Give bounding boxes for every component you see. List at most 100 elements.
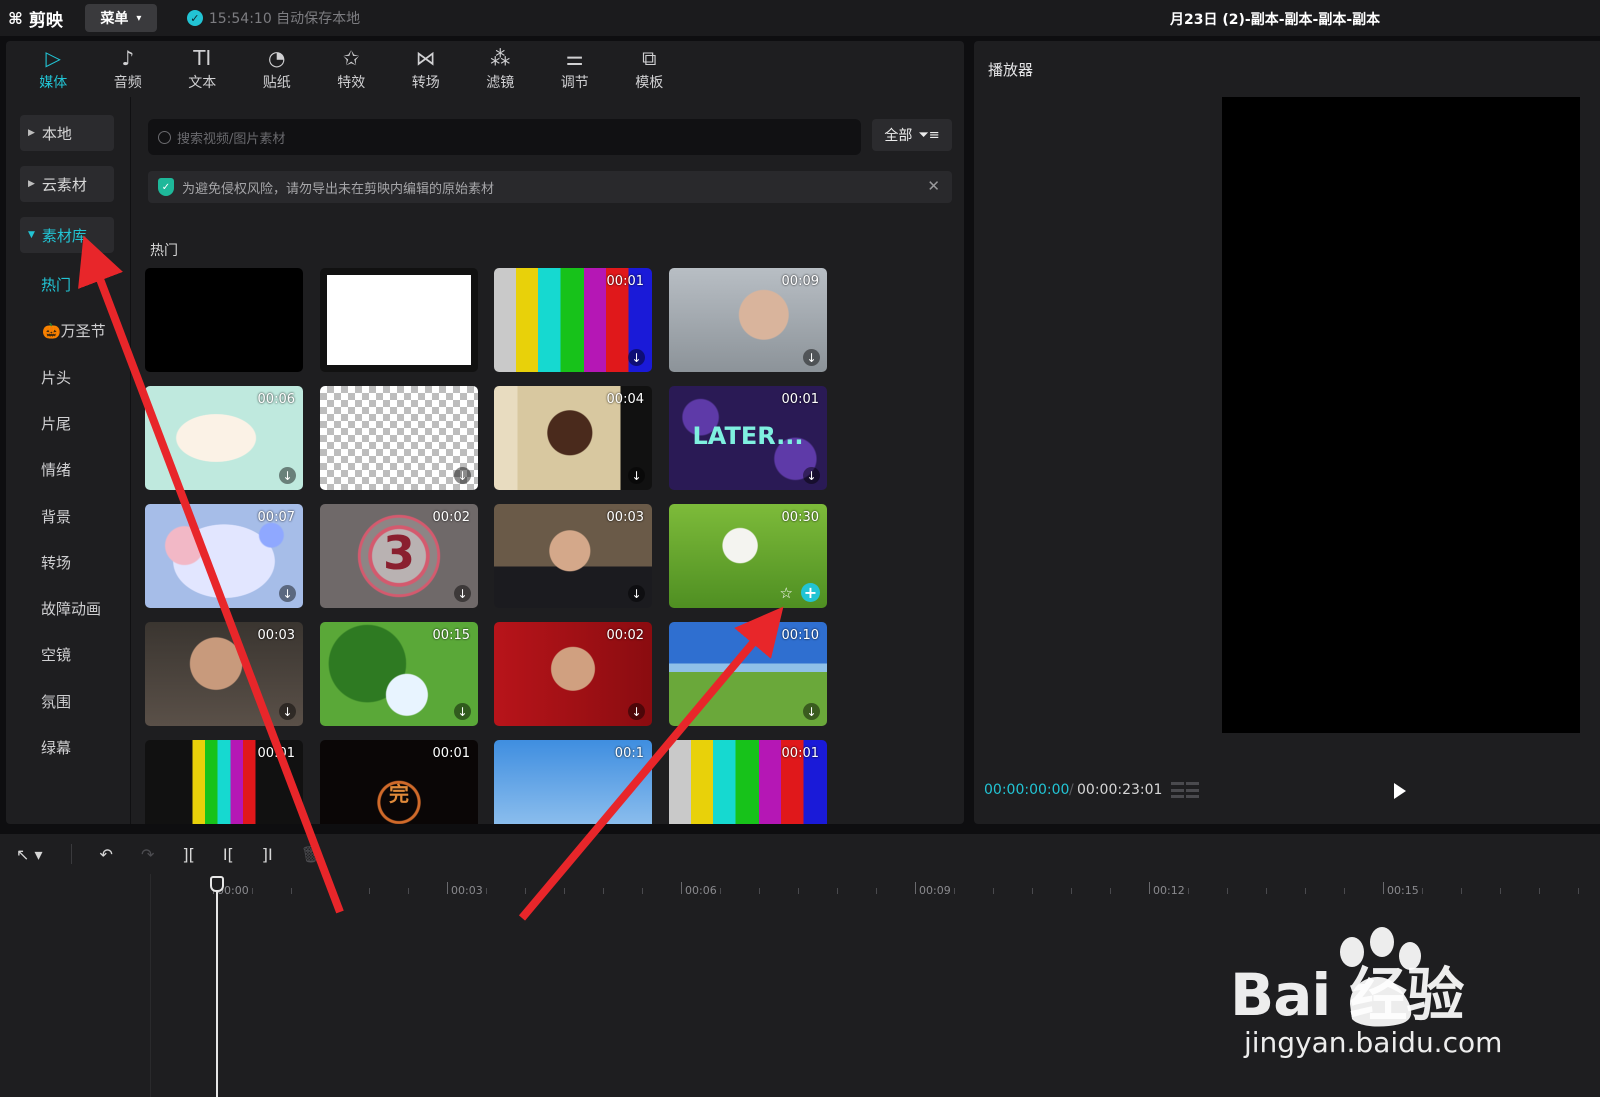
duration-badge: 00:06: [257, 392, 295, 407]
download-icon[interactable]: ↓: [279, 467, 296, 484]
sidebar-category[interactable]: 空镜: [41, 644, 71, 665]
media-thumbnail[interactable]: 00:03 ↓: [145, 622, 303, 726]
ruler-minor-tick: [954, 888, 955, 894]
watermark-brand: Bai 经验: [1230, 961, 1464, 1029]
sidebar-category[interactable]: 片尾: [41, 413, 71, 434]
check-icon: ✓: [186, 10, 203, 26]
filter-button[interactable]: 全部 ⏷≡: [872, 119, 952, 151]
ruler-minor-tick: [1227, 888, 1228, 894]
sidebar-category[interactable]: 片头: [41, 367, 71, 388]
sidebar-category[interactable]: 绿幕: [41, 737, 71, 758]
split-icon[interactable]: ][: [182, 845, 194, 864]
sidebar-category[interactable]: 🎃万圣节: [42, 320, 106, 341]
sidebar-item-1[interactable]: ▶ 云素材: [20, 166, 114, 202]
tab-effects[interactable]: ✩ 特效: [314, 41, 389, 97]
sidebar-category[interactable]: 故障动画: [41, 598, 101, 619]
notice-text: 为避免侵权风险，请勿导出未在剪映内编辑的原始素材: [182, 181, 495, 197]
tab-media[interactable]: ▷ 媒体: [16, 41, 91, 97]
download-icon[interactable]: ↓: [279, 585, 296, 602]
media-thumbnail[interactable]: 00:01: [145, 740, 303, 824]
download-icon[interactable]: ↓: [803, 349, 820, 366]
duration-badge: 00:03: [606, 510, 644, 525]
media-thumbnail[interactable]: 00:30 ☆ +: [669, 504, 827, 608]
download-icon[interactable]: ↓: [628, 467, 645, 484]
media-thumbnail[interactable]: 00:01: [669, 740, 827, 824]
sidebar-category[interactable]: 热门: [41, 274, 71, 295]
play-icon[interactable]: [1394, 783, 1406, 799]
duration-badge: 00:04: [606, 392, 644, 407]
media-thumbnail[interactable]: 00:09 ↓: [669, 268, 827, 372]
sidebar-item-2[interactable]: ▼ 素材库: [20, 217, 114, 253]
menu-button[interactable]: 菜单 ▾: [84, 4, 157, 32]
tab-transition[interactable]: ⋈ 转场: [389, 41, 464, 97]
media-thumbnail[interactable]: 00:10 ↓: [669, 622, 827, 726]
download-icon[interactable]: ↓: [803, 703, 820, 720]
search-input[interactable]: 搜索视频/图片素材: [148, 119, 861, 155]
download-icon[interactable]: ↓: [454, 585, 471, 602]
media-thumbnail[interactable]: 00:03 ↓: [494, 504, 652, 608]
player-title: 播放器: [988, 61, 1034, 79]
sidebar-item-0[interactable]: ▶ 本地: [20, 115, 114, 151]
filter-label: 全部: [884, 128, 913, 144]
ruler-label: 00:03: [451, 884, 483, 897]
select-tool-icon[interactable]: ↖ ▾: [16, 845, 43, 864]
media-thumbnail[interactable]: [320, 268, 478, 372]
redo-icon[interactable]: ↷: [141, 845, 154, 864]
duration-badge: 00:09: [781, 274, 819, 289]
media-thumbnail[interactable]: 00:07 ↓: [145, 504, 303, 608]
media-thumbnail[interactable]: 00:02 ↓: [494, 622, 652, 726]
download-icon[interactable]: ↓: [628, 703, 645, 720]
ruler-label: 00:15: [1387, 884, 1419, 897]
media-thumbnail[interactable]: 00:04 ↓: [494, 386, 652, 490]
media-thumbnail[interactable]: LATER... 00:01 ↓: [669, 386, 827, 490]
download-icon[interactable]: ↓: [279, 703, 296, 720]
media-thumbnail[interactable]: 00:01 ↓: [494, 268, 652, 372]
download-icon[interactable]: ↓: [628, 585, 645, 602]
media-thumbnail[interactable]: 00:1: [494, 740, 652, 824]
trim-left-icon[interactable]: I[: [223, 845, 234, 864]
tab-text[interactable]: TI 文本: [165, 41, 240, 97]
sidebar-category[interactable]: 转场: [41, 552, 71, 573]
download-icon[interactable]: ↓: [803, 467, 820, 484]
media-thumbnail[interactable]: 00:06 ↓: [145, 386, 303, 490]
playhead-handle[interactable]: [210, 876, 224, 892]
copyright-notice: ✓ 为避免侵权风险，请勿导出未在剪映内编辑的原始素材 ✕: [148, 171, 952, 203]
ruler-minor-tick: [252, 888, 253, 894]
media-panel: ▷ 媒体 ♪ 音频 TI 文本 ◔ 贴纸 ✩ 特效 ⋈ 转场 ⁂ 滤镜 ⚌ 调节 ⧉ 模板 ▶ 本地 ▶ 云素材 ▼ 素材库…: [6, 41, 964, 824]
tab-sticker[interactable]: ◔ 贴纸: [240, 41, 315, 97]
media-thumbnail[interactable]: 00:15 ↓: [320, 622, 478, 726]
ruler-minor-tick: [1500, 888, 1501, 894]
playhead[interactable]: [216, 876, 218, 1097]
sidebar-category[interactable]: 氛围: [41, 691, 71, 712]
favorite-icon[interactable]: ☆: [780, 584, 793, 602]
undo-icon[interactable]: ↶: [100, 845, 113, 864]
duration-badge: 00:30: [781, 510, 819, 525]
close-icon[interactable]: ✕: [927, 177, 940, 195]
media-thumbnail[interactable]: ↓: [320, 386, 478, 490]
media-icon: ▷: [45, 46, 61, 70]
media-thumbnail[interactable]: 3 00:02 ↓: [320, 504, 478, 608]
player-panel: 播放器 00:00:00:00 / 00:00:23:01: [974, 41, 1600, 824]
ruler-label: 00:06: [685, 884, 717, 897]
download-icon[interactable]: ↓: [454, 703, 471, 720]
download-icon[interactable]: ↓: [454, 467, 471, 484]
download-icon[interactable]: ↓: [628, 349, 645, 366]
ruler-minor-tick: [369, 888, 370, 894]
media-thumbnail[interactable]: 完 00:01: [320, 740, 478, 824]
tab-filter[interactable]: ⁂ 滤镜: [463, 41, 538, 97]
trim-right-icon[interactable]: ]I: [262, 845, 273, 864]
sidebar-category[interactable]: 情绪: [41, 459, 71, 480]
toolbar-tabs: ▷ 媒体 ♪ 音频 TI 文本 ◔ 贴纸 ✩ 特效 ⋈ 转场 ⁂ 滤镜 ⚌ 调节 ⧉ 模板: [6, 41, 964, 97]
preview-screen[interactable]: [1222, 97, 1580, 733]
delete-icon[interactable]: 🗑: [301, 845, 321, 864]
tab-template[interactable]: ⧉ 模板: [612, 41, 687, 97]
timeline-ruler[interactable]: 00:00 00:03 00:06 00:09 00:12 00:15: [151, 874, 1600, 904]
layout-grid-icon[interactable]: [1171, 782, 1199, 800]
tab-audio[interactable]: ♪ 音频: [91, 41, 166, 97]
add-to-track-icon[interactable]: +: [801, 583, 820, 602]
track-header: [0, 874, 151, 1097]
tab-adjust[interactable]: ⚌ 调节: [538, 41, 613, 97]
media-thumbnail[interactable]: [145, 268, 303, 372]
sidebar-category[interactable]: 背景: [41, 506, 71, 527]
ruler-label: 00:09: [919, 884, 951, 897]
